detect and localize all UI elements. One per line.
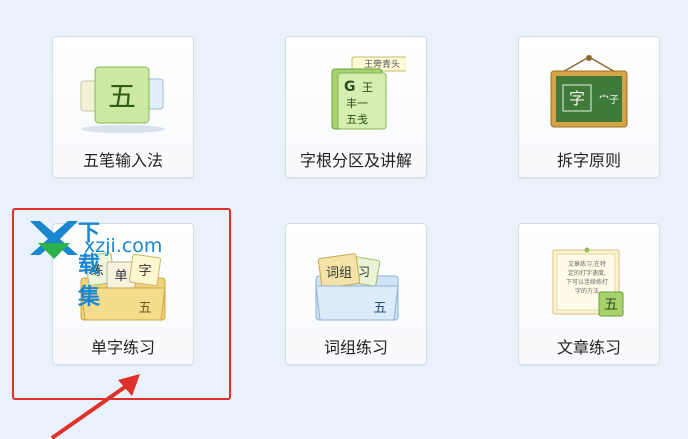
article-note-icon: 文章练习,在特 定的打字速度, 下可以连续练打 字的方法 五 xyxy=(552,247,624,317)
single-char-folder-char: 五 xyxy=(138,301,151,316)
article-note-line-1: 文章练习,在特 xyxy=(568,260,606,268)
chaizi-rules-label: 拆字原则 xyxy=(556,151,621,170)
article-badge-char: 五 xyxy=(604,297,618,313)
zigen-partition-label: 字根分区及讲解 xyxy=(299,151,412,170)
phrase-practice-label: 词组练习 xyxy=(323,338,388,357)
wubi-input-method-tile[interactable]: 五 五笔输入法 xyxy=(52,36,194,178)
zigen-line-3: 五戋 xyxy=(346,113,368,126)
zigen-header-text: 王旁青头 xyxy=(364,58,400,70)
article-practice-tile[interactable]: 文章练习,在特 定的打字速度, 下可以连续练打 字的方法 五 文章练习 xyxy=(518,223,660,365)
single-char-card-2: 单 xyxy=(114,269,127,284)
single-char-folder-icon: 练 单 字 五 xyxy=(80,252,166,321)
phrase-card-2: 习 xyxy=(358,265,370,279)
phrase-practice-tile[interactable]: 习 词组 五 词组练习 xyxy=(285,223,427,365)
chalkboard-icon: 字 宀子 xyxy=(550,55,628,128)
chaizi-left-char: 字 xyxy=(569,89,585,108)
single-char-practice-label: 单字练习 xyxy=(90,338,155,357)
article-note-line-2: 定的打字速度, xyxy=(568,269,606,277)
zigen-card-icon: 王旁青头 G 王 丰一 五戋 xyxy=(331,56,406,130)
zigen-line-1: 王 xyxy=(362,81,373,94)
single-char-card-1: 练 xyxy=(90,264,103,279)
single-char-practice-tile[interactable]: 练 单 字 五 单字练习 xyxy=(52,223,194,365)
phrase-folder-char: 五 xyxy=(373,301,386,316)
wubi-icon-char: 五 xyxy=(108,80,136,113)
article-practice-label: 文章练习 xyxy=(556,338,621,357)
article-note-line-4: 字的方法 xyxy=(575,287,599,295)
article-note-line-3: 下可以连续练打 xyxy=(566,278,608,286)
zigen-partition-tile[interactable]: 王旁青头 G 王 丰一 五戋 字根分区及讲解 xyxy=(285,36,427,178)
wubi-keyboard-icon: 五 xyxy=(80,66,165,133)
wubi-input-method-label: 五笔输入法 xyxy=(82,151,163,170)
single-char-card-3: 字 xyxy=(138,264,151,279)
chaizi-right-chars: 宀子 xyxy=(599,94,619,106)
phrase-card-1: 词组 xyxy=(326,266,352,281)
zigen-g-text: G xyxy=(344,79,356,95)
zigen-line-2: 丰一 xyxy=(346,97,368,110)
pointer-arrow-icon xyxy=(50,374,140,439)
phrase-folder-icon: 习 词组 五 xyxy=(315,253,399,321)
chaizi-rules-tile[interactable]: 字 宀子 拆字原则 xyxy=(518,36,660,178)
